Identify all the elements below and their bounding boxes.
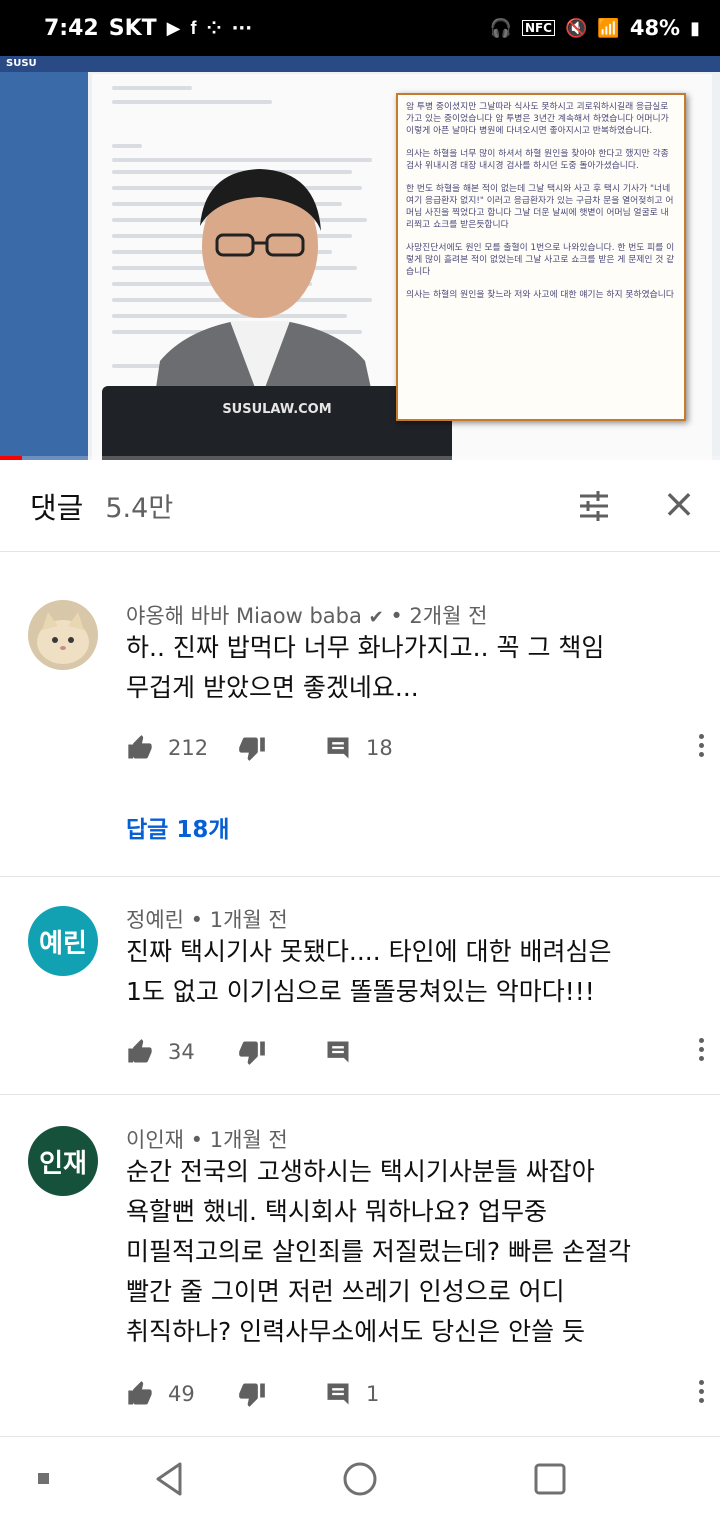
comments-header: 댓글 5.4만 × bbox=[0, 460, 720, 552]
video-site-header: SUSU bbox=[0, 56, 720, 72]
avatar[interactable] bbox=[28, 600, 98, 670]
recent-apps-dot-icon[interactable] bbox=[34, 1459, 54, 1499]
sort-filter-icon[interactable] bbox=[576, 488, 612, 524]
quote-box: 암 투병 중이셨지만 그날따라 식사도 못하시고 괴로워하시길래 응급실로 가고… bbox=[396, 93, 686, 421]
thumbs-down-icon bbox=[239, 737, 265, 761]
comment-author[interactable]: 이인재 bbox=[126, 1128, 184, 1152]
comment-time: 2개월 전 bbox=[409, 604, 488, 628]
close-icon[interactable]: × bbox=[660, 484, 698, 524]
comment-text: 하.. 진짜 밥먹다 너무 화나가지고.. 꼭 그 책임 무겁게 받았으면 좋겠… bbox=[126, 633, 605, 702]
like-button[interactable]: 49 bbox=[126, 1376, 195, 1412]
comment-author[interactable]: 야옹해 바바 Miaow baba bbox=[126, 604, 362, 628]
quote-paragraph: 한 번도 하혈을 해본 적이 없는데 그날 택시와 사고 후 택시 기사가 "너… bbox=[406, 184, 674, 230]
reply-count: 18 bbox=[366, 736, 393, 760]
more-options-icon[interactable] bbox=[696, 1034, 706, 1070]
mute-icon: 🔇 bbox=[564, 17, 588, 39]
video-player[interactable]: SUSU SUSULAW.COM 암 투병 중이셨지만 그날따라 식사도 못하시… bbox=[0, 56, 720, 460]
avatar[interactable]: 인재 bbox=[28, 1126, 98, 1196]
comments-count: 5.4만 bbox=[105, 493, 174, 524]
thumbs-up-icon bbox=[128, 1381, 152, 1405]
video-site-sidebar bbox=[0, 72, 88, 460]
dislike-button[interactable] bbox=[238, 1034, 266, 1070]
like-button[interactable]: 212 bbox=[126, 730, 208, 766]
battery-level: 48% bbox=[629, 16, 681, 40]
comment-meta: 정예린 • 1개월 전 bbox=[126, 908, 288, 932]
verified-check-icon: ✔ bbox=[368, 607, 384, 628]
reply-button[interactable] bbox=[324, 1034, 352, 1070]
like-count: 49 bbox=[168, 1382, 195, 1406]
comment-icon bbox=[327, 737, 349, 759]
comment-time: 1개월 전 bbox=[209, 908, 288, 932]
thumbs-down-icon bbox=[239, 1383, 265, 1407]
video-frame: SUSU SUSULAW.COM 암 투병 중이셨지만 그날따라 식사도 못하시… bbox=[0, 56, 720, 460]
comment-thread: 예린 정예린 • 1개월 전 진짜 택시기사 못됐다.... 타인에 대한 배려… bbox=[0, 900, 720, 1090]
carrier: SKT bbox=[108, 15, 157, 41]
like-count: 34 bbox=[168, 1040, 195, 1064]
more-options-icon[interactable] bbox=[696, 730, 706, 766]
like-count: 212 bbox=[168, 736, 209, 760]
headset-icon: 🎧 bbox=[489, 17, 512, 39]
more-notifications: ··· bbox=[231, 17, 253, 39]
app-notification-icon: ⁘ bbox=[206, 17, 222, 39]
thumbs-down-icon bbox=[239, 1041, 265, 1065]
youtube-notification-icon: ▶ bbox=[166, 17, 181, 39]
home-icon[interactable] bbox=[340, 1459, 380, 1499]
battery-icon: ▮ bbox=[690, 17, 700, 39]
comment-thread: 야옹해 바바 Miaow baba ✔ • 2개월 전 하.. 진짜 밥먹다 너… bbox=[0, 580, 720, 876]
system-nav-bar bbox=[0, 1436, 720, 1521]
divider bbox=[0, 876, 720, 877]
divider bbox=[0, 1094, 720, 1095]
comment-icon bbox=[327, 1383, 349, 1405]
comment-actions: 49 1 bbox=[126, 1376, 706, 1412]
comment-text: 진짜 택시기사 못됐다.... 타인에 대한 배려심은 1도 없고 이기심으로 … bbox=[126, 937, 612, 1006]
comment-meta: 야옹해 바바 Miaow baba ✔ • 2개월 전 bbox=[126, 604, 488, 628]
comment-author[interactable]: 정예린 bbox=[126, 908, 184, 932]
quote-paragraph: 의사는 하혈을 너무 많이 하셔서 하혈 원인을 찾아야 한다고 했지만 각종 … bbox=[406, 149, 669, 171]
comment-text: 순간 전국의 고생하시는 택시기사분들 싸잡아 욕할뻔 했네. 택시회사 뭐하나… bbox=[126, 1157, 632, 1346]
quote-paragraph: 의사는 하혈의 원인을 찾느라 저와 사고에 대한 얘기는 하지 못하였습니다 bbox=[406, 290, 674, 300]
cat-avatar-image bbox=[28, 600, 98, 670]
nfc-icon: NFC bbox=[521, 20, 555, 36]
overview-icon[interactable] bbox=[530, 1459, 570, 1499]
quote-paragraph: 암 투병 중이셨지만 그날따라 식사도 못하시고 괴로워하시길래 응급실로 가고… bbox=[406, 102, 669, 136]
more-options-icon[interactable] bbox=[696, 1376, 706, 1412]
view-replies-link[interactable]: 답글 18개 bbox=[126, 810, 230, 844]
wifi-icon: 📶 bbox=[597, 17, 620, 39]
comment-time: 1개월 전 bbox=[209, 1128, 288, 1152]
facebook-notification-icon: f bbox=[190, 17, 197, 38]
avatar[interactable]: 예린 bbox=[28, 906, 98, 976]
video-brand-logo: SUSU bbox=[6, 58, 37, 69]
comment-meta: 이인재 • 1개월 전 bbox=[126, 1128, 288, 1152]
comment-thread: 인재 이인재 • 1개월 전 순간 전국의 고생하시는 택시기사분들 싸잡아 욕… bbox=[0, 1120, 720, 1420]
thumbs-up-icon bbox=[128, 1039, 152, 1063]
like-button[interactable]: 34 bbox=[126, 1034, 195, 1070]
comments-title: 댓글 bbox=[30, 490, 84, 525]
comment-actions: 212 18 bbox=[126, 730, 706, 766]
reply-button[interactable]: 1 bbox=[324, 1376, 379, 1412]
thumbs-up-icon bbox=[128, 735, 152, 759]
status-bar: 7:42 SKT ▶ f ⁘ ··· 🎧 NFC 🔇 📶 48% ▮ bbox=[0, 0, 720, 56]
reply-count: 1 bbox=[366, 1382, 380, 1406]
comment-icon bbox=[327, 1041, 349, 1063]
reply-button[interactable]: 18 bbox=[324, 730, 393, 766]
dislike-button[interactable] bbox=[238, 1376, 266, 1412]
dislike-button[interactable] bbox=[238, 730, 266, 766]
back-icon[interactable] bbox=[150, 1459, 190, 1499]
comment-actions: 34 bbox=[126, 1034, 706, 1070]
quote-paragraph: 사망진단서에도 원인 모를 출혈이 1번으로 나와있습니다. 한 번도 피를 이… bbox=[406, 243, 675, 277]
clock: 7:42 bbox=[44, 15, 99, 41]
